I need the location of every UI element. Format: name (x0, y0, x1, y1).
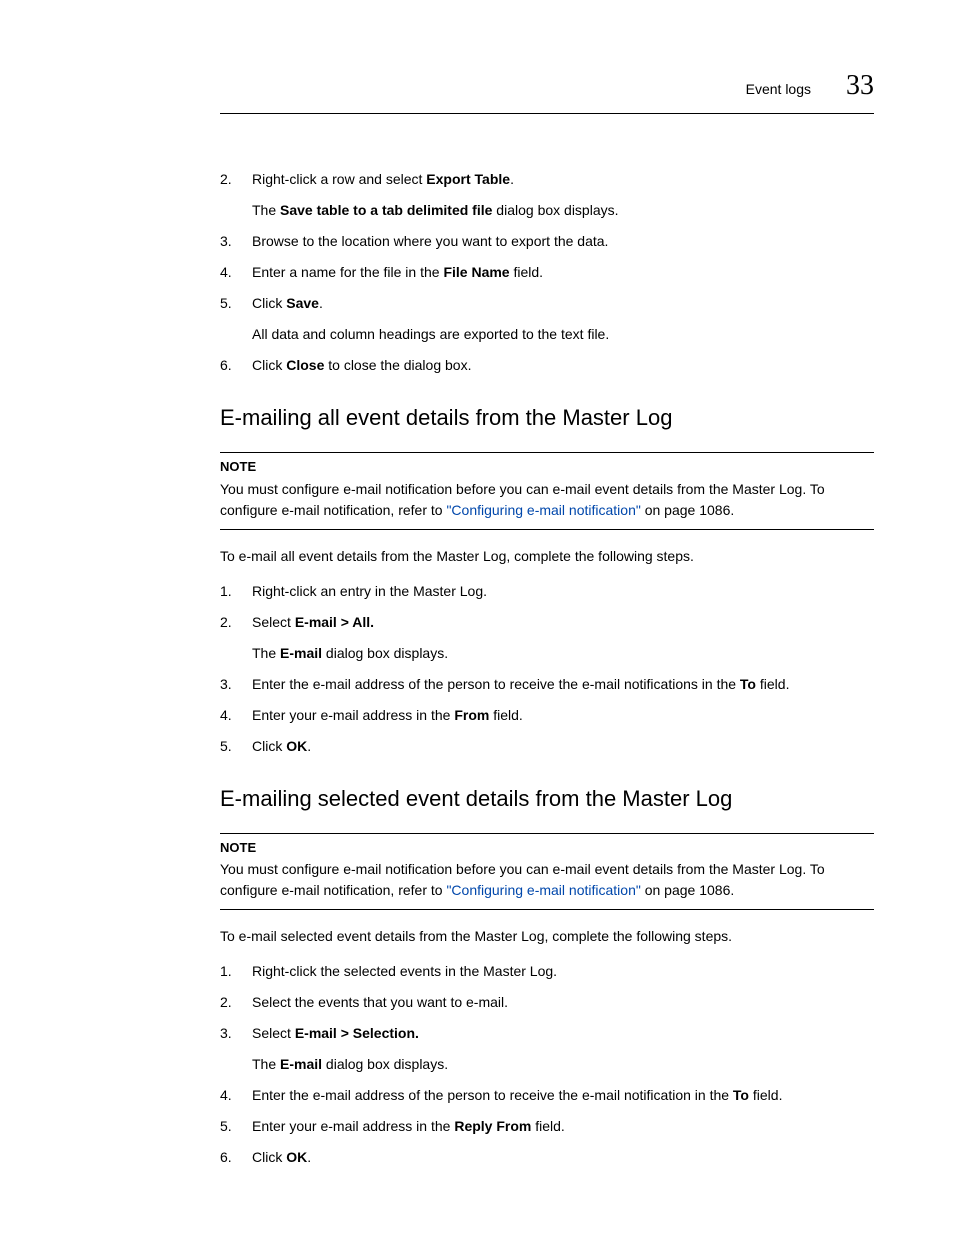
note-label: NOTE (220, 833, 874, 858)
item-text: Right-click an entry in the Master Log. (252, 581, 874, 602)
note-block: NOTE You must configure e-mail notificat… (220, 452, 874, 530)
list-item: 5. Click OK. (220, 736, 874, 757)
section2-intro: To e-mail all event details from the Mas… (220, 546, 874, 567)
item-text: Click OK. (252, 736, 874, 757)
item-text: Browse to the location where you want to… (252, 231, 874, 252)
list-item: 3. Enter the e-mail address of the perso… (220, 674, 874, 695)
item-number: 4. (220, 705, 252, 726)
section3-heading: E-mailing selected event details from th… (220, 782, 874, 815)
item-text: Right-click the selected events in the M… (252, 961, 874, 982)
note-link[interactable]: "Configuring e-mail notification" (446, 502, 640, 518)
list-item: 2. Select E-mail > All. The E-mail dialo… (220, 612, 874, 664)
section1-list: 2. Right-click a row and select Export T… (220, 169, 874, 376)
list-item: 2. Right-click a row and select Export T… (220, 169, 874, 221)
item-number: 4. (220, 262, 252, 283)
item-text: Right-click a row and select Export Tabl… (252, 169, 874, 221)
section2-list: 1. Right-click an entry in the Master Lo… (220, 581, 874, 757)
section3-list: 1. Right-click the selected events in th… (220, 961, 874, 1168)
header-chapter-number: 33 (846, 65, 874, 107)
note-body: You must configure e-mail notification b… (220, 479, 874, 530)
item-text: Select the events that you want to e-mai… (252, 992, 874, 1013)
item-text: Enter the e-mail address of the person t… (252, 1085, 874, 1106)
list-item: 1. Right-click an entry in the Master Lo… (220, 581, 874, 602)
item-number: 2. (220, 612, 252, 664)
item-text: Click Save. All data and column headings… (252, 293, 874, 345)
note-block: NOTE You must configure e-mail notificat… (220, 833, 874, 911)
item-number: 2. (220, 992, 252, 1013)
note-link[interactable]: "Configuring e-mail notification" (446, 882, 640, 898)
item-text: Enter your e-mail address in the Reply F… (252, 1116, 874, 1137)
item-number: 3. (220, 1023, 252, 1075)
list-item: 2. Select the events that you want to e-… (220, 992, 874, 1013)
item-text: Enter your e-mail address in the From fi… (252, 705, 874, 726)
item-number: 5. (220, 736, 252, 757)
list-item: 4. Enter a name for the file in the File… (220, 262, 874, 283)
item-subtext: The Save table to a tab delimited file d… (252, 200, 874, 221)
list-item: 5. Click Save. All data and column headi… (220, 293, 874, 345)
item-number: 5. (220, 1116, 252, 1137)
item-text: Select E-mail > All. The E-mail dialog b… (252, 612, 874, 664)
item-text: Click Close to close the dialog box. (252, 355, 874, 376)
item-number: 2. (220, 169, 252, 221)
item-text: Enter a name for the file in the File Na… (252, 262, 874, 283)
item-number: 6. (220, 355, 252, 376)
list-item: 3. Browse to the location where you want… (220, 231, 874, 252)
list-item: 4. Enter the e-mail address of the perso… (220, 1085, 874, 1106)
list-item: 1. Right-click the selected events in th… (220, 961, 874, 982)
list-item: 6. Click OK. (220, 1147, 874, 1168)
item-number: 4. (220, 1085, 252, 1106)
item-number: 6. (220, 1147, 252, 1168)
item-number: 1. (220, 581, 252, 602)
item-text: Click OK. (252, 1147, 874, 1168)
item-number: 1. (220, 961, 252, 982)
item-number: 5. (220, 293, 252, 345)
list-item: 5. Enter your e-mail address in the Repl… (220, 1116, 874, 1137)
list-item: 4. Enter your e-mail address in the From… (220, 705, 874, 726)
item-text: Enter the e-mail address of the person t… (252, 674, 874, 695)
item-number: 3. (220, 674, 252, 695)
note-label: NOTE (220, 452, 874, 477)
section2-heading: E-mailing all event details from the Mas… (220, 401, 874, 434)
note-body: You must configure e-mail notification b… (220, 859, 874, 910)
item-text: Select E-mail > Selection. The E-mail di… (252, 1023, 874, 1075)
header-title: Event logs (746, 79, 811, 100)
list-item: 6. Click Close to close the dialog box. (220, 355, 874, 376)
page-header: Event logs 33 (220, 65, 874, 114)
item-subtext: The E-mail dialog box displays. (252, 1054, 874, 1075)
item-subtext: All data and column headings are exporte… (252, 324, 874, 345)
item-number: 3. (220, 231, 252, 252)
list-item: 3. Select E-mail > Selection. The E-mail… (220, 1023, 874, 1075)
item-subtext: The E-mail dialog box displays. (252, 643, 874, 664)
section3-intro: To e-mail selected event details from th… (220, 926, 874, 947)
